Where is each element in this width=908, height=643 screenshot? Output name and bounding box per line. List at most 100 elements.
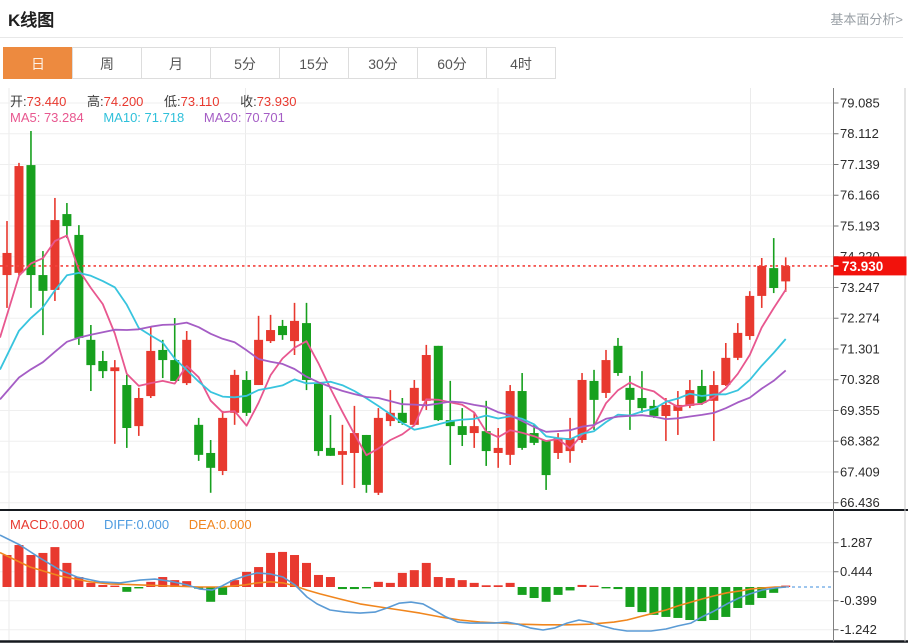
kline-page: K线图 基本面分析> 79.08578.11277.13976.16675.19… [0, 0, 908, 643]
candle-body [110, 367, 119, 371]
candle-body [134, 398, 143, 426]
candle-body [290, 321, 299, 341]
macd-bar [14, 545, 23, 587]
tab-week[interactable]: 周 [72, 47, 142, 79]
macd-bar [302, 563, 311, 587]
candle-body [482, 431, 491, 451]
macd-bar [446, 578, 455, 587]
candle-body [470, 426, 479, 433]
candle-body [578, 380, 587, 440]
macd-bar [218, 587, 227, 595]
tab-15min[interactable]: 15分 [279, 47, 349, 79]
macd-bar [350, 587, 359, 589]
close-label: 收: [240, 94, 257, 109]
tab-5min[interactable]: 5分 [210, 47, 280, 79]
axis-label: 0.444 [840, 564, 873, 579]
macd-bar [661, 587, 670, 617]
tab-month[interactable]: 月 [141, 47, 211, 79]
macd-bar [278, 552, 287, 587]
ma10-legend: MA10: 71.718 [103, 110, 184, 125]
macd-bar [314, 575, 323, 587]
axis-label: 70.328 [840, 372, 880, 387]
tab-day[interactable]: 日 [3, 47, 73, 79]
axis-label: 78.112 [840, 126, 879, 141]
candle-body [757, 266, 766, 296]
candle-body [254, 340, 263, 385]
candle-body [458, 426, 467, 435]
candle-body [362, 435, 371, 485]
candle-body [182, 340, 191, 383]
period-tabbar: 日周月5分15分30分60分4时 [3, 47, 555, 79]
close-value: 73.930 [257, 94, 297, 109]
candle-body [3, 253, 12, 275]
candle-body [661, 405, 670, 416]
macd-bar [590, 586, 599, 587]
candle-body [721, 358, 730, 385]
candle-body [206, 453, 215, 468]
candle-body [590, 381, 599, 400]
candle-body [422, 355, 431, 401]
chart-frame [0, 88, 908, 642]
ma5-line [0, 236, 786, 456]
candle-body [14, 166, 23, 273]
candle-body [122, 385, 131, 428]
axis-label: 69.355 [840, 403, 880, 418]
candle-body [506, 391, 515, 455]
candles [3, 131, 791, 495]
candle-body [434, 346, 443, 420]
macd-legend: MACD:0.000 DIFF:0.000 DEA:0.000 [10, 517, 252, 532]
macd-bar [326, 577, 335, 587]
current-price-tag: 73.930 [834, 256, 907, 275]
current-price-text: 73.930 [842, 259, 883, 274]
candle-body [146, 351, 155, 396]
macd-bar [122, 587, 131, 592]
price-axis: 79.08578.11277.13976.16675.19374.22073.2… [834, 96, 880, 638]
macd-bar [3, 555, 12, 587]
axis-label: 68.382 [840, 434, 880, 449]
tab-4hour[interactable]: 4时 [486, 47, 556, 79]
macd-bar [637, 587, 646, 612]
ma20-legend: MA20: 70.701 [204, 110, 285, 125]
macd-bar [338, 587, 347, 589]
macd-bar [649, 587, 658, 615]
macd-bar [422, 563, 431, 587]
axis-label: 77.139 [840, 157, 880, 172]
tab-30min[interactable]: 30分 [348, 47, 418, 79]
candle-body [74, 235, 83, 338]
macd-bar [26, 555, 35, 587]
open-value: 73.440 [27, 94, 67, 109]
ma5-legend: MA5: 73.284 [10, 110, 84, 125]
axis-label: 73.247 [840, 280, 880, 295]
grid-lines [0, 88, 834, 641]
candle-body [542, 440, 551, 475]
high-label: 高: [87, 94, 104, 109]
candle-body [602, 360, 611, 393]
macd-bar [110, 586, 119, 587]
axis-label: 72.274 [840, 311, 880, 326]
candle-body [745, 296, 754, 336]
macd-bar [470, 583, 479, 587]
macd-bar [458, 580, 467, 587]
macd-bar [410, 570, 419, 587]
axis-label: 76.166 [840, 188, 880, 203]
candle-body [62, 214, 71, 226]
candle-body [230, 375, 239, 413]
axis-label: 67.409 [840, 464, 880, 479]
low-value: 73.110 [181, 94, 220, 109]
candle-body [266, 330, 275, 341]
macd-bar [134, 587, 143, 588]
macd-bar [602, 587, 611, 588]
candle-body [194, 425, 203, 455]
macd-bar [673, 587, 682, 618]
candle-body [218, 418, 227, 471]
tab-60min[interactable]: 60分 [417, 47, 487, 79]
candle-body [685, 390, 694, 406]
axis-label: -1.242 [840, 622, 877, 637]
macd-bar [518, 587, 527, 595]
macd-bar [542, 587, 551, 602]
candle-body [781, 266, 790, 281]
macd-bar [566, 587, 575, 590]
candle-body [494, 448, 503, 453]
candle-body [374, 418, 383, 493]
macd-bar [254, 567, 263, 587]
